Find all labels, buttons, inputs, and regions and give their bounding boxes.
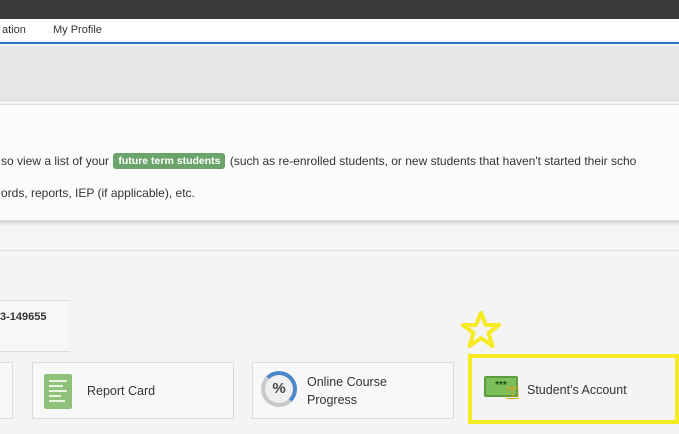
nav-item-information[interactable]: ation xyxy=(2,24,26,36)
report-card-tile[interactable]: Report Card xyxy=(32,362,234,419)
online-course-progress-label-line-2: Progress xyxy=(307,393,358,407)
online-course-progress-label-line-1: Online Course xyxy=(307,375,387,389)
tile-partial[interactable] xyxy=(0,362,13,419)
info-panel: so view a list of your future term stude… xyxy=(0,104,679,221)
students-account-tile[interactable]: *** ⚿ Student's Account xyxy=(468,354,679,424)
top-bar xyxy=(0,0,679,19)
navigation-bar: ation My Profile xyxy=(0,19,679,44)
info-text-before-badge: so view a list of your xyxy=(1,154,110,168)
student-id-box: 3-149655 xyxy=(0,300,70,352)
info-text-after-badge: (such as re-enrolled students, or new st… xyxy=(229,154,637,168)
online-course-progress-tile[interactable]: % Online Course Progress xyxy=(252,362,454,419)
student-id: 3-149655 xyxy=(0,311,47,323)
online-course-progress-label: Online Course Progress xyxy=(307,373,387,409)
report-card-label: Report Card xyxy=(87,384,156,398)
nav-item-my-profile[interactable]: My Profile xyxy=(53,24,102,36)
percent-circle-icon: % xyxy=(261,371,297,407)
page-subheader xyxy=(0,46,679,101)
future-term-students-badge[interactable]: future term students xyxy=(113,153,226,169)
key-icon: ⚿ xyxy=(506,384,519,403)
report-card-icon xyxy=(44,374,72,409)
info-line-1: so view a list of your future term stude… xyxy=(1,153,636,169)
info-line-2: ords, reports, IEP (if applicable), etc. xyxy=(1,186,195,200)
star-icon xyxy=(461,311,501,348)
students-account-label: Student's Account xyxy=(527,383,627,397)
